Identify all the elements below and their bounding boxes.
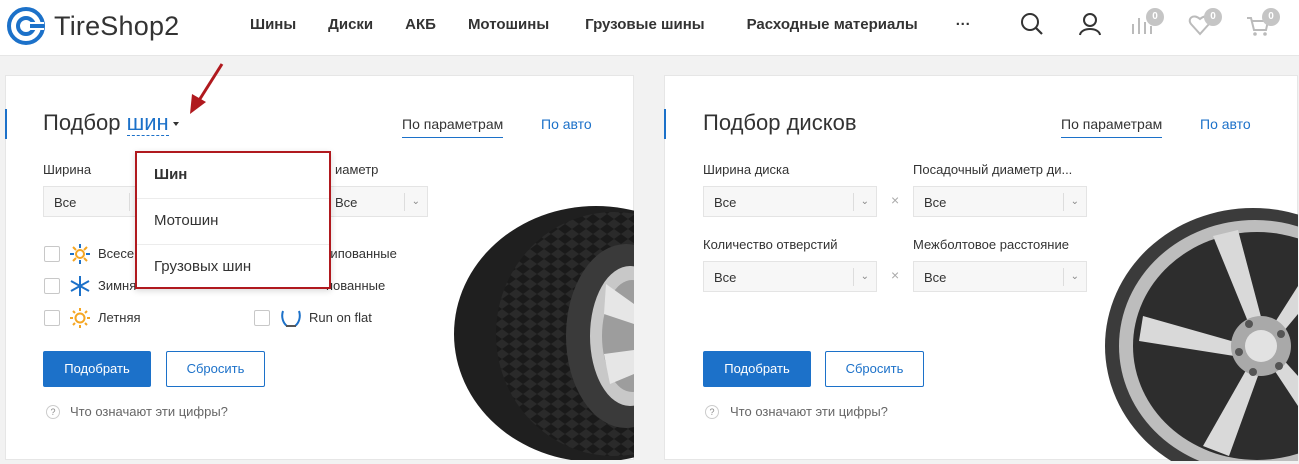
chevron-down-icon: ⌄ — [860, 271, 869, 282]
compare-icon[interactable]: 0 — [1130, 8, 1164, 43]
reset-tires-button[interactable]: Сбросить — [166, 351, 265, 387]
seat-diameter-select[interactable]: Все ⌄ — [913, 186, 1087, 217]
run-flat-icon — [281, 310, 301, 327]
chevron-down-icon: ⌄ — [411, 196, 420, 207]
diameter-select[interactable]: Все ⌄ — [324, 186, 428, 217]
dropdown-item-truck[interactable]: Грузовых шин — [137, 245, 329, 291]
panel-accent-bar — [5, 109, 7, 139]
tab-by-auto[interactable]: По авто — [541, 116, 592, 132]
submit-tires-button[interactable]: Подобрать — [43, 351, 151, 387]
question-icon: ? — [46, 405, 60, 419]
disk-selector-panel: Подбор дисков По параметрам По авто Шири… — [664, 75, 1298, 461]
seat-diameter-label: Посадочный диаметр ди... — [913, 162, 1073, 177]
main-nav: Шины Диски АКБ Мотошины Грузовые шины Ра… — [250, 16, 971, 33]
tire-image — [454, 206, 634, 460]
help-link[interactable]: Что означают эти цифры? — [70, 404, 228, 419]
disk-width-select[interactable]: Все ⌄ — [703, 186, 877, 217]
help-link[interactable]: Что означают эти цифры? — [730, 404, 888, 419]
sun-icon — [70, 308, 90, 328]
non-studded-label: пованные — [326, 278, 386, 293]
chevron-down-icon: ⌄ — [1070, 196, 1079, 207]
chevron-down-icon[interactable] — [172, 122, 179, 127]
favorites-count-badge: 0 — [1204, 8, 1222, 26]
season-winter-checkbox[interactable] — [44, 278, 60, 294]
nav-more-button[interactable]: ··· — [956, 16, 971, 33]
annotation-arrow-icon — [190, 63, 224, 114]
dropdown-item-tires[interactable]: Шин — [137, 153, 329, 199]
nav-item-tires[interactable]: Шины — [250, 16, 296, 33]
logo-icon — [7, 7, 45, 45]
wheel-image — [1105, 208, 1298, 461]
logo-text: TireShop2 — [54, 10, 180, 41]
tab-by-auto[interactable]: По авто — [1200, 116, 1251, 132]
submit-disks-button[interactable]: Подобрать — [703, 351, 811, 387]
diameter-label: иаметр — [335, 162, 379, 177]
run-flat-label: Run on flat — [309, 310, 372, 325]
chevron-down-icon: ⌄ — [860, 196, 869, 207]
nav-item-consumables[interactable]: Расходные материалы — [747, 16, 918, 33]
user-icon[interactable] — [1078, 10, 1102, 43]
nav-item-disks[interactable]: Диски — [328, 16, 373, 33]
logo[interactable]: TireShop2 — [6, 6, 179, 46]
holes-label: Количество отверстий — [703, 237, 838, 252]
times-icon: × — [891, 192, 900, 208]
nav-item-moto[interactable]: Мотошины — [468, 16, 549, 33]
season-all-checkbox[interactable] — [44, 246, 60, 262]
times-icon: × — [891, 267, 900, 283]
top-header: TireShop2 Шины Диски АКБ Мотошины Грузов… — [0, 0, 1299, 56]
tire-type-dropdown: Шин Мотошин Грузовых шин — [135, 151, 331, 289]
chevron-down-icon: ⌄ — [1070, 271, 1079, 282]
bolt-pattern-label: Межболтовое расстояние — [913, 237, 1069, 252]
disk-width-label: Ширина диска — [703, 162, 790, 177]
cart-icon[interactable]: 0 — [1246, 8, 1280, 43]
season-summer-label: Летняя — [98, 310, 141, 325]
run-flat-checkbox[interactable] — [254, 310, 270, 326]
width-label: Ширина — [43, 162, 92, 177]
panel-accent-bar — [664, 109, 666, 139]
nav-item-batteries[interactable]: АКБ — [405, 16, 436, 33]
snowflake-icon — [70, 276, 90, 296]
dropdown-item-moto[interactable]: Мотошин — [137, 199, 329, 245]
compare-count-badge: 0 — [1146, 8, 1164, 26]
season-winter-label: Зимня — [98, 278, 137, 293]
season-all-label: Всесе — [98, 246, 135, 261]
reset-disks-button[interactable]: Сбросить — [825, 351, 924, 387]
all-season-icon — [70, 244, 90, 264]
tire-type-toggle[interactable]: шин — [126, 110, 169, 136]
tab-by-params[interactable]: По параметрам — [402, 116, 504, 138]
season-summer-checkbox[interactable] — [44, 310, 60, 326]
bolt-pattern-select[interactable]: Все ⌄ — [913, 261, 1087, 292]
cart-count-badge: 0 — [1262, 8, 1280, 26]
studded-label: шипованные — [320, 246, 397, 261]
disk-selector-title: Подбор дисков — [703, 110, 857, 135]
nav-item-truck[interactable]: Грузовые шины — [585, 16, 704, 33]
holes-select[interactable]: Все ⌄ — [703, 261, 877, 292]
search-icon[interactable] — [1020, 10, 1044, 43]
tire-selector-title: Подбор шин — [43, 110, 179, 136]
question-icon: ? — [705, 405, 719, 419]
tab-by-params[interactable]: По параметрам — [1061, 116, 1163, 138]
favorites-icon[interactable]: 0 — [1188, 8, 1222, 43]
